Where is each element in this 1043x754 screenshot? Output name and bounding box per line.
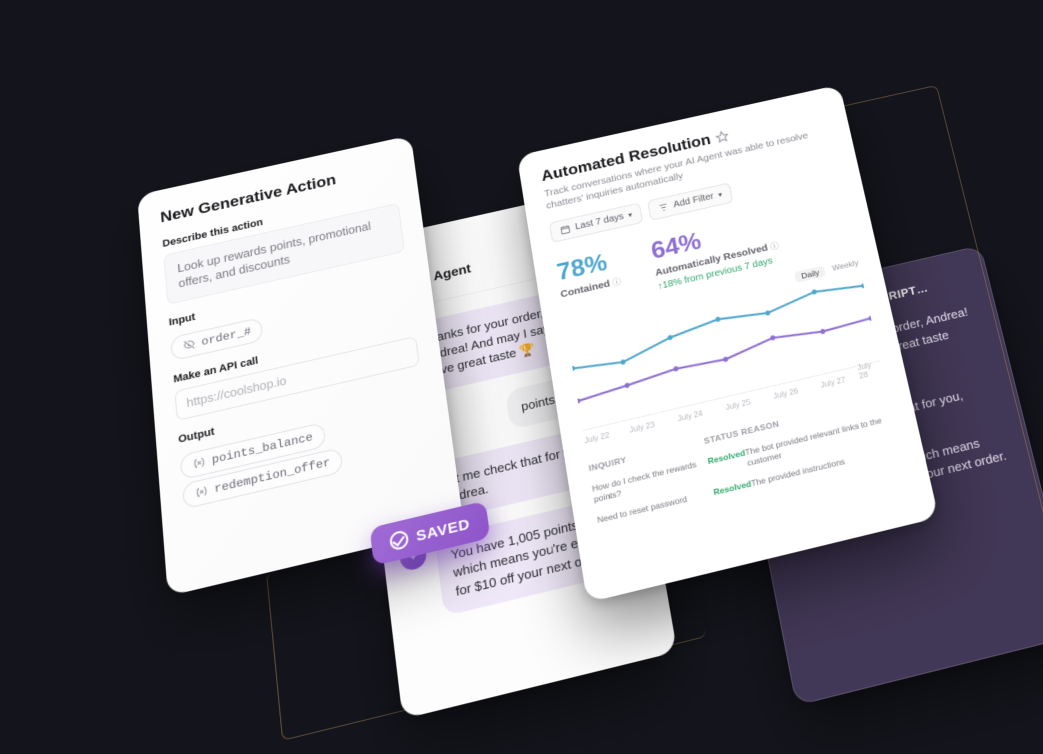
- metric-contained: 78% Contained ⓘ: [555, 246, 625, 314]
- chart-segment-control[interactable]: Daily Weekly: [795, 258, 860, 283]
- chevron-down-icon: ▾: [718, 191, 723, 200]
- video-call-icon[interactable]: [572, 230, 594, 256]
- calendar-icon: [559, 224, 571, 236]
- input-variable-name: order_#: [201, 325, 252, 349]
- action-description-input[interactable]: Look up rewards points, promotional offe…: [163, 203, 405, 305]
- check-circle-icon: [716, 286, 736, 306]
- chevron-down-icon: ▾: [628, 211, 633, 220]
- agent-avatar-small: ✦: [372, 327, 400, 356]
- wifi-icon: ᯤ: [555, 212, 567, 226]
- date-range-filter[interactable]: Last 7 days ▾: [549, 203, 643, 244]
- generative-action-card: New Generative Action Describe this acti…: [137, 135, 464, 596]
- agent-avatar: ✦: [380, 270, 410, 301]
- sparkle-icon: ✦: [564, 189, 580, 205]
- variable-icon: [195, 484, 209, 500]
- variable-icon: [192, 455, 206, 471]
- dashboard-title: Automated Resolution: [540, 106, 827, 186]
- add-filter-button[interactable]: Add Filter ▾: [647, 183, 733, 221]
- star-icon[interactable]: [715, 129, 730, 144]
- info-icon[interactable]: ⓘ: [612, 277, 622, 288]
- audio-call-icon[interactable]: [539, 238, 559, 262]
- ai-badge: ✦ AI: [544, 189, 628, 221]
- describe-label: Describe this action: [162, 187, 398, 249]
- dashboard-subtitle: Track conversations where your AI Agent …: [543, 125, 833, 213]
- input-variable-pill[interactable]: order_#: [170, 317, 264, 361]
- back-button[interactable]: ‹: [364, 281, 372, 300]
- dashboard-card: Automated Resolution Track conversations…: [517, 85, 939, 603]
- trend-label: ↑18% from previous 7 days: [657, 254, 783, 292]
- input-label: Input: [168, 264, 408, 328]
- resolved-badge: RESOLVED: [698, 254, 840, 318]
- card-title: New Generative Action: [160, 158, 395, 227]
- metric-resolved: 64% Automatically Resolved ⓘ ↑18% from p…: [649, 210, 783, 292]
- clock: 9:41: [365, 251, 389, 268]
- filter-icon: [658, 202, 670, 214]
- reviewing-title: ✦ REVIEWING TRANSCRIPT…: [744, 270, 969, 339]
- info-icon[interactable]: ⓘ: [770, 241, 780, 252]
- chat-agent-name: AI Agent: [416, 249, 524, 287]
- check-circle-icon: [389, 529, 409, 551]
- battery-icon: ▬: [572, 208, 585, 222]
- signal-icon: ▮▮▮: [530, 216, 550, 232]
- phone-status-bar: 9:41 ▮▮▮ ᯤ ▬: [346, 189, 603, 279]
- eye-off-icon: [182, 338, 196, 353]
